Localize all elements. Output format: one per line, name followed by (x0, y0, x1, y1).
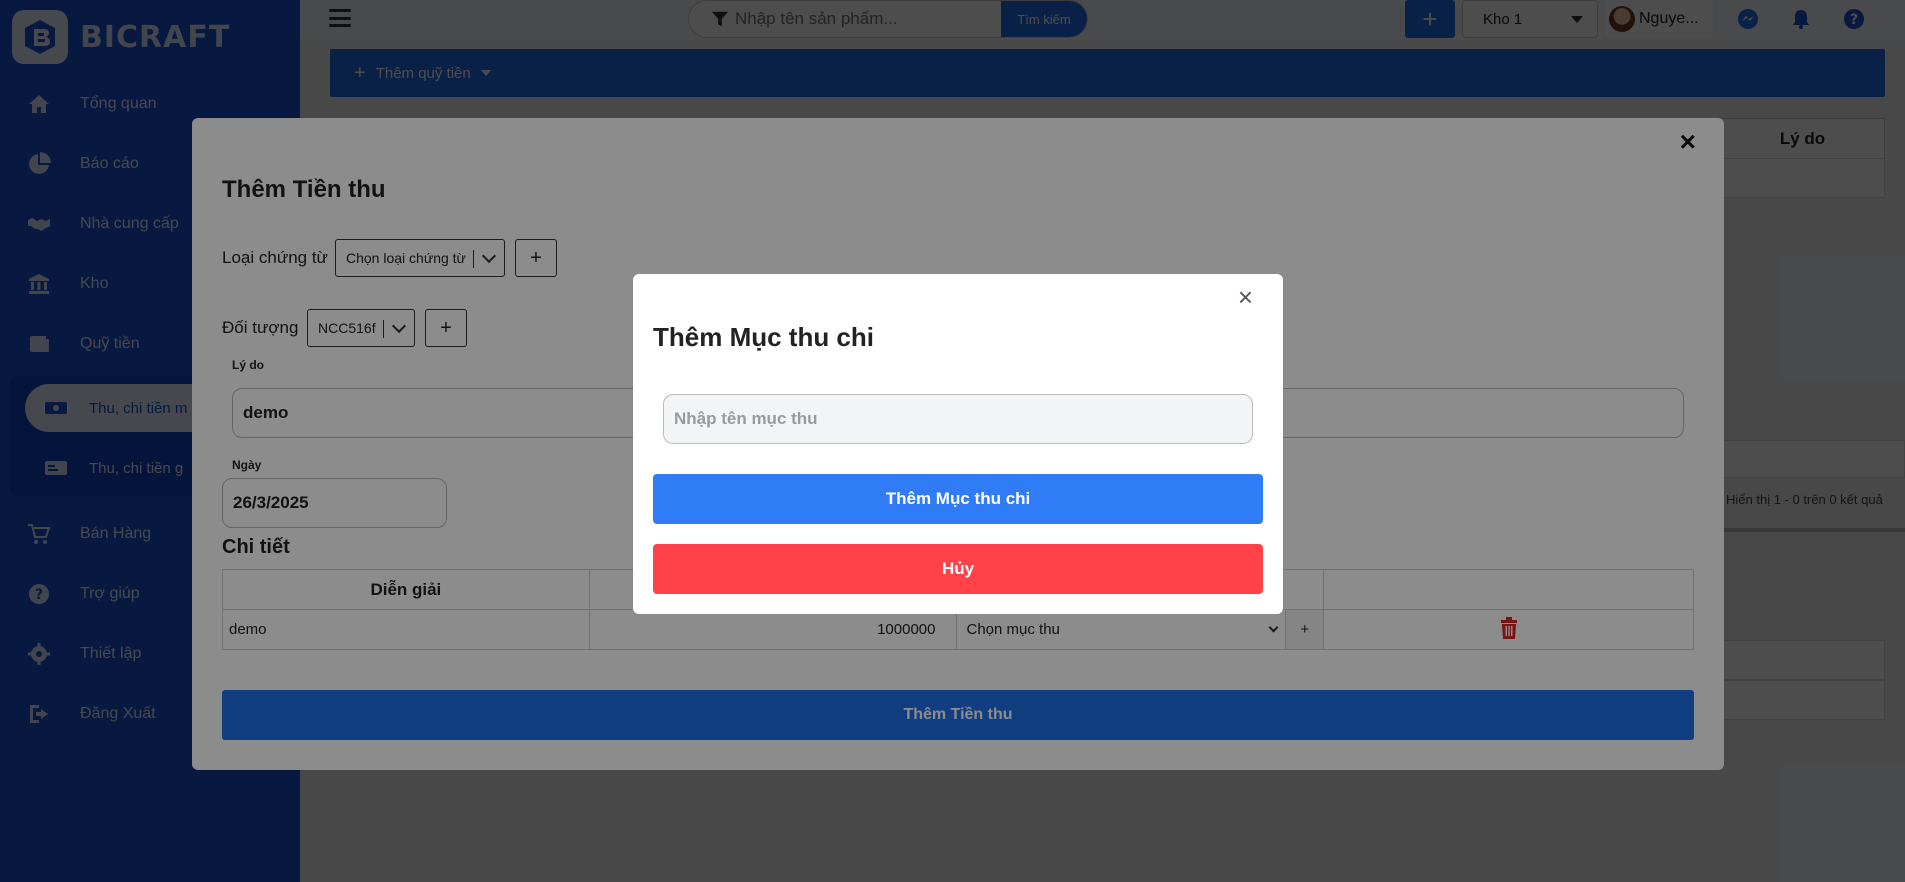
add-category-modal: × Thêm Mục thu chi Thêm Mục thu chi Hủy (633, 274, 1283, 614)
add-category-button[interactable]: Thêm Mục thu chi (653, 474, 1263, 524)
cancel-button[interactable]: Hủy (653, 544, 1263, 594)
modal-title: Thêm Mục thu chi (653, 322, 874, 352)
category-name-input[interactable] (663, 394, 1253, 444)
close-icon[interactable]: × (1238, 282, 1253, 313)
